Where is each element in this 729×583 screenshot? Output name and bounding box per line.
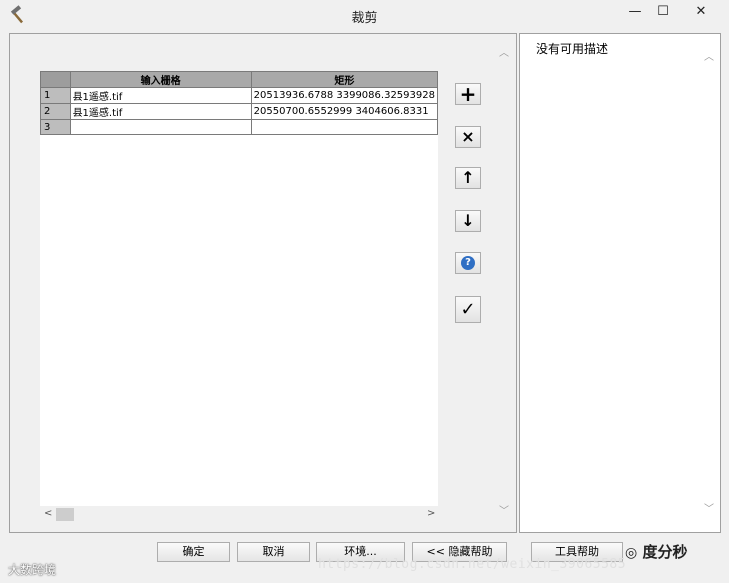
maximize-button[interactable]: ☐ — [648, 0, 678, 24]
input-raster-cell[interactable] — [69, 119, 252, 135]
scroll-down-icon[interactable]: ﹀ — [499, 502, 509, 517]
add-row-button[interactable]: + — [455, 83, 481, 105]
validate-button[interactable]: ✓ — [455, 296, 481, 323]
scroll-right-icon[interactable]: > — [427, 508, 435, 519]
params-vertical-scrollbar[interactable]: ︿ ﹀ — [496, 34, 514, 530]
wechat-icon: ◎ — [625, 545, 638, 561]
help-icon: ? — [461, 256, 475, 270]
arrow-down-icon: ↓ — [461, 211, 475, 230]
logo-text: 度分秒 — [642, 543, 688, 561]
row-number[interactable]: 3 — [40, 119, 71, 135]
logo: ◎ 度分秒 — [625, 541, 687, 562]
minimize-button[interactable]: — — [620, 0, 650, 24]
rectangle-cell[interactable] — [250, 119, 438, 135]
grid-corner-header — [40, 71, 71, 88]
row-number[interactable]: 2 — [40, 103, 71, 120]
watermark-url: https://blog.csdn.net/weixin_39065585 — [318, 557, 627, 572]
table-row[interactable]: 2 县1遥感.tif 20550700.6552999 3404606.8331 — [40, 103, 438, 120]
help-description: 没有可用描述 — [536, 42, 609, 56]
cancel-button[interactable]: 取消 — [237, 542, 310, 562]
plus-icon: + — [459, 82, 477, 106]
input-raster-cell[interactable]: 县1遥感.tif — [69, 103, 252, 120]
table-row[interactable]: 3 — [40, 119, 438, 135]
info-button[interactable]: ? — [455, 252, 481, 274]
arrow-up-icon: ↑ — [461, 168, 475, 187]
help-vertical-scrollbar[interactable]: ︿ ﹀ — [700, 34, 718, 530]
checkmark-icon: ✓ — [460, 298, 476, 320]
scroll-down-icon[interactable]: ﹀ — [704, 500, 714, 515]
rectangle-cell[interactable]: 20513936.6788 3399086.32593928 — [250, 87, 438, 104]
row-number[interactable]: 1 — [40, 87, 71, 104]
scroll-thumb[interactable] — [56, 508, 74, 521]
input-raster-cell[interactable]: 县1遥感.tif — [69, 87, 252, 104]
raster-grid[interactable]: 输入栅格 矩形 1 县1遥感.tif 20513936.6788 3399086… — [40, 71, 438, 506]
move-down-button[interactable]: ↓ — [455, 210, 481, 232]
scroll-up-icon[interactable]: ︿ — [499, 44, 509, 59]
move-up-button[interactable]: ↑ — [455, 167, 481, 189]
grid-horizontal-scrollbar[interactable]: < > — [40, 506, 438, 523]
table-row[interactable]: 1 县1遥感.tif 20513936.6788 3399086.3259392… — [40, 87, 438, 104]
watermark-left: 大数跨境 — [8, 563, 57, 577]
column-header-rectangle[interactable]: 矩形 — [250, 71, 438, 88]
help-pane — [519, 33, 721, 533]
scroll-left-icon[interactable]: < — [44, 508, 52, 519]
rectangle-cell[interactable]: 20550700.6552999 3404606.8331 — [250, 103, 438, 120]
ok-button[interactable]: 确定 — [157, 542, 230, 562]
column-header-input-raster[interactable]: 输入栅格 — [69, 71, 252, 88]
delete-icon: × — [461, 127, 475, 146]
scroll-up-icon[interactable]: ︿ — [704, 48, 714, 63]
close-button[interactable]: ✕ — [678, 0, 724, 24]
remove-row-button[interactable]: × — [455, 126, 481, 148]
